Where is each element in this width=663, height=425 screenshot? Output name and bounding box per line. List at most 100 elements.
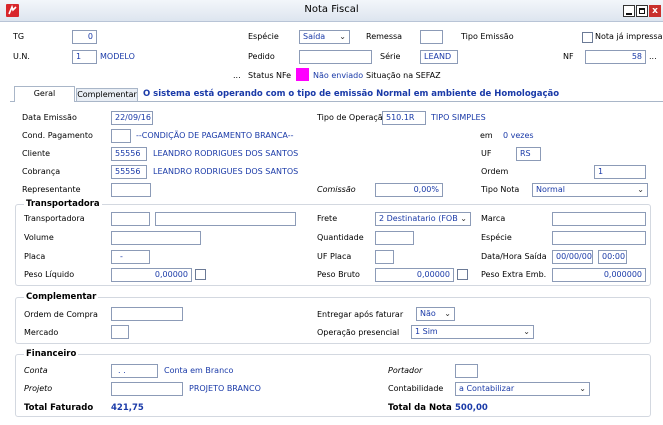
tipo-nota-label: Tipo Nota [481, 185, 520, 194]
contabilidade-select[interactable]: a Contabilizar ⌄ [455, 382, 590, 396]
portador-field[interactable] [455, 364, 478, 378]
system-message: O sistema está operando com o tipo de em… [143, 89, 560, 99]
serie-field[interactable]: LEAND [420, 50, 458, 64]
operacao-presencial-label: Operação presencial [317, 328, 400, 337]
quantidade-field[interactable] [375, 231, 414, 245]
volume-field[interactable] [111, 231, 201, 245]
especie-transp-label: Espécie [481, 233, 512, 242]
data-saida-field[interactable]: 00/00/00 [552, 250, 593, 264]
tipo-operacao-field[interactable]: 510.1R [382, 111, 426, 125]
nf-field[interactable]: 58 [585, 50, 646, 64]
uf-label: UF [481, 149, 492, 158]
uf-placa-field[interactable] [375, 250, 394, 264]
remessa-label: Remessa [366, 32, 403, 41]
un-label: U.N. [13, 52, 30, 61]
frete-select[interactable]: 2 Destinatario (FOB) ⌄ [375, 212, 471, 226]
minimize-icon[interactable] [623, 5, 635, 17]
representante-field[interactable] [111, 183, 151, 197]
un-field[interactable]: 1 [72, 50, 97, 64]
title-bar[interactable]: Nota Fiscal x [0, 0, 663, 22]
tipo-operacao-name: TIPO SIMPLES [431, 113, 486, 122]
cliente-field[interactable]: 55556 [111, 147, 147, 161]
peso-extra-label: Peso Extra Emb. [481, 270, 547, 279]
volume-label: Volume [24, 233, 54, 242]
conta-label: Conta [24, 366, 48, 375]
peso-bruto-field[interactable]: 0,00000 [375, 268, 454, 282]
chevron-down-icon: ⌄ [458, 213, 467, 225]
placa-field[interactable]: - [111, 250, 150, 264]
cobranca-field[interactable]: 55556 [111, 165, 147, 179]
peso-extra-field[interactable]: 0,000000 [552, 268, 646, 282]
contabilidade-select-value: a Contabilizar [459, 384, 515, 393]
peso-liquido-field[interactable]: 0,00000 [111, 268, 192, 282]
frete-label: Frete [317, 214, 338, 223]
tab-geral[interactable]: Geral [14, 86, 75, 102]
tipo-operacao-label: Tipo de Operação [317, 113, 388, 122]
chevron-down-icon: ⌄ [637, 185, 644, 194]
remessa-field[interactable] [420, 30, 443, 44]
status-nfe-label: Status NFe [248, 71, 292, 80]
marca-field[interactable] [552, 212, 646, 226]
entregar-apos-label: Entregar após faturar [317, 310, 404, 319]
frete-select-value: 2 Destinatario (FOB) [379, 214, 461, 223]
data-hora-saida-label: Data/Hora Saída [481, 252, 547, 261]
transportadora-group-title: Transportadora [24, 198, 102, 210]
uf-field[interactable]: RS [516, 147, 541, 161]
hora-saida-field[interactable]: 00:00 [598, 250, 627, 264]
transportadora-name-field[interactable] [155, 212, 296, 226]
peso-bruto-checkbox[interactable] [457, 269, 468, 280]
entregar-apos-select[interactable]: Não ⌄ [416, 307, 455, 321]
pedido-label: Pedido [248, 52, 275, 61]
nota-ja-impressa-checkbox[interactable] [582, 32, 593, 43]
entregar-apos-select-value: Não [420, 309, 436, 318]
tipo-nota-select[interactable]: Normal ⌄ [532, 183, 648, 197]
conta-name: Conta em Branco [164, 366, 234, 375]
especie-transp-field[interactable] [552, 231, 646, 245]
peso-liquido-label: Peso Líquido [24, 270, 75, 279]
total-nota-label: Total da Nota [388, 403, 452, 413]
close-icon[interactable]: x [649, 5, 661, 17]
vezes-value: 0 vezes [503, 131, 534, 140]
projeto-field[interactable] [111, 382, 183, 396]
operacao-presencial-select[interactable]: 1 Sim ⌄ [411, 325, 534, 339]
operacao-presencial-select-value: 1 Sim [415, 327, 438, 336]
cliente-name: LEANDRO RODRIGUES DOS SANTOS [153, 149, 299, 158]
status-dots-button[interactable]: ... [233, 70, 241, 82]
transportadora-label: Transportadora [24, 214, 85, 223]
cond-pagamento-field[interactable] [111, 129, 131, 143]
especie-label: Espécie [248, 32, 279, 41]
nota-ja-impressa-label: Nota já impressa [595, 32, 663, 41]
tipo-emissao-label: Tipo Emissão [461, 32, 514, 41]
situacao-sefaz-label: Situação na SEFAZ [366, 71, 441, 80]
total-nota-value: 500,00 [455, 403, 488, 413]
window-title: Nota Fiscal [304, 4, 359, 15]
chevron-down-icon: ⌄ [579, 384, 586, 393]
tg-field[interactable]: 0 [72, 30, 97, 44]
ordem-compra-field[interactable] [111, 307, 183, 321]
portador-label: Portador [388, 366, 423, 375]
peso-bruto-label: Peso Bruto [317, 270, 360, 279]
especie-select-value: Saída [303, 32, 326, 41]
comissao-field[interactable]: 0,00% [375, 183, 443, 197]
comissao-label: Comissão [317, 185, 356, 194]
ordem-compra-label: Ordem de Compra [24, 310, 98, 319]
tab-complementar[interactable]: Complementar [76, 88, 138, 101]
nf-lookup-button[interactable]: ... [649, 51, 657, 63]
financeiro-group-title: Financeiro [24, 348, 79, 360]
data-emissao-field[interactable]: 22/09/16 [111, 111, 153, 125]
mercado-field[interactable] [111, 325, 129, 339]
especie-select[interactable]: Saída ⌄ [299, 30, 350, 44]
ordem-field[interactable]: 1 [594, 165, 646, 179]
data-emissao-label: Data Emissão [22, 113, 77, 122]
cond-pagamento-label: Cond. Pagamento [22, 131, 93, 140]
conta-field[interactable]: . . [111, 364, 158, 378]
projeto-name: PROJETO BRANCO [189, 384, 261, 393]
serie-label: Série [380, 52, 401, 61]
transportadora-code-field[interactable] [111, 212, 150, 226]
maximize-icon[interactable] [636, 5, 648, 17]
em-label: em [480, 131, 493, 140]
tg-label: TG [13, 32, 25, 41]
pedido-field[interactable] [299, 50, 372, 64]
peso-liquido-checkbox[interactable] [195, 269, 206, 280]
cond-pagamento-name: --CONDIÇÃO DE PAGAMENTO BRANCA-- [136, 131, 294, 140]
